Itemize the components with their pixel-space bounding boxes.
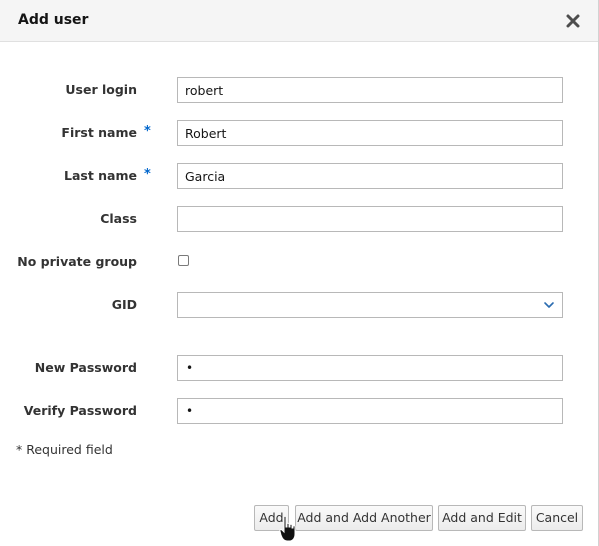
gid-row: GID bbox=[0, 292, 599, 318]
first-name-label: First name bbox=[61, 125, 137, 140]
user-login-label: User login bbox=[65, 82, 137, 97]
new-password-input[interactable]: • bbox=[177, 355, 563, 381]
password-mask: • bbox=[186, 361, 194, 375]
new-password-row: New Password • bbox=[0, 355, 599, 381]
verify-password-label: Verify Password bbox=[23, 403, 137, 418]
required-asterisk: * bbox=[144, 124, 151, 139]
verify-password-row: Verify Password • bbox=[0, 398, 599, 424]
first-name-row: First name * bbox=[0, 120, 599, 146]
last-name-row: Last name * bbox=[0, 163, 599, 189]
required-field-note: * Required field bbox=[16, 442, 113, 457]
gid-select[interactable] bbox=[177, 292, 563, 318]
last-name-input[interactable] bbox=[177, 163, 563, 189]
class-input[interactable] bbox=[177, 206, 563, 232]
add-user-dialog: Add user User login First name * Last na… bbox=[0, 0, 599, 546]
no-private-group-label: No private group bbox=[17, 254, 137, 269]
no-private-group-row: No private group bbox=[0, 249, 599, 275]
class-label: Class bbox=[100, 211, 137, 226]
close-icon[interactable] bbox=[563, 11, 583, 31]
class-row: Class bbox=[0, 206, 599, 232]
add-and-edit-button[interactable]: Add and Edit bbox=[438, 505, 526, 531]
cancel-button[interactable]: Cancel bbox=[531, 505, 583, 531]
first-name-input[interactable] bbox=[177, 120, 563, 146]
chevron-down-icon bbox=[544, 302, 554, 308]
dialog-header: Add user bbox=[0, 0, 598, 42]
no-private-group-checkbox[interactable] bbox=[178, 255, 189, 266]
new-password-label: New Password bbox=[34, 360, 137, 375]
gid-label: GID bbox=[111, 297, 137, 312]
user-login-input[interactable] bbox=[177, 77, 563, 103]
dialog-title: Add user bbox=[18, 12, 89, 28]
last-name-label: Last name bbox=[63, 168, 137, 183]
password-mask: • bbox=[186, 404, 194, 418]
verify-password-input[interactable]: • bbox=[177, 398, 563, 424]
add-and-add-another-button[interactable]: Add and Add Another bbox=[295, 505, 433, 531]
user-login-row: User login bbox=[0, 77, 599, 103]
required-asterisk: * bbox=[144, 167, 151, 182]
add-button[interactable]: Add bbox=[254, 505, 289, 531]
